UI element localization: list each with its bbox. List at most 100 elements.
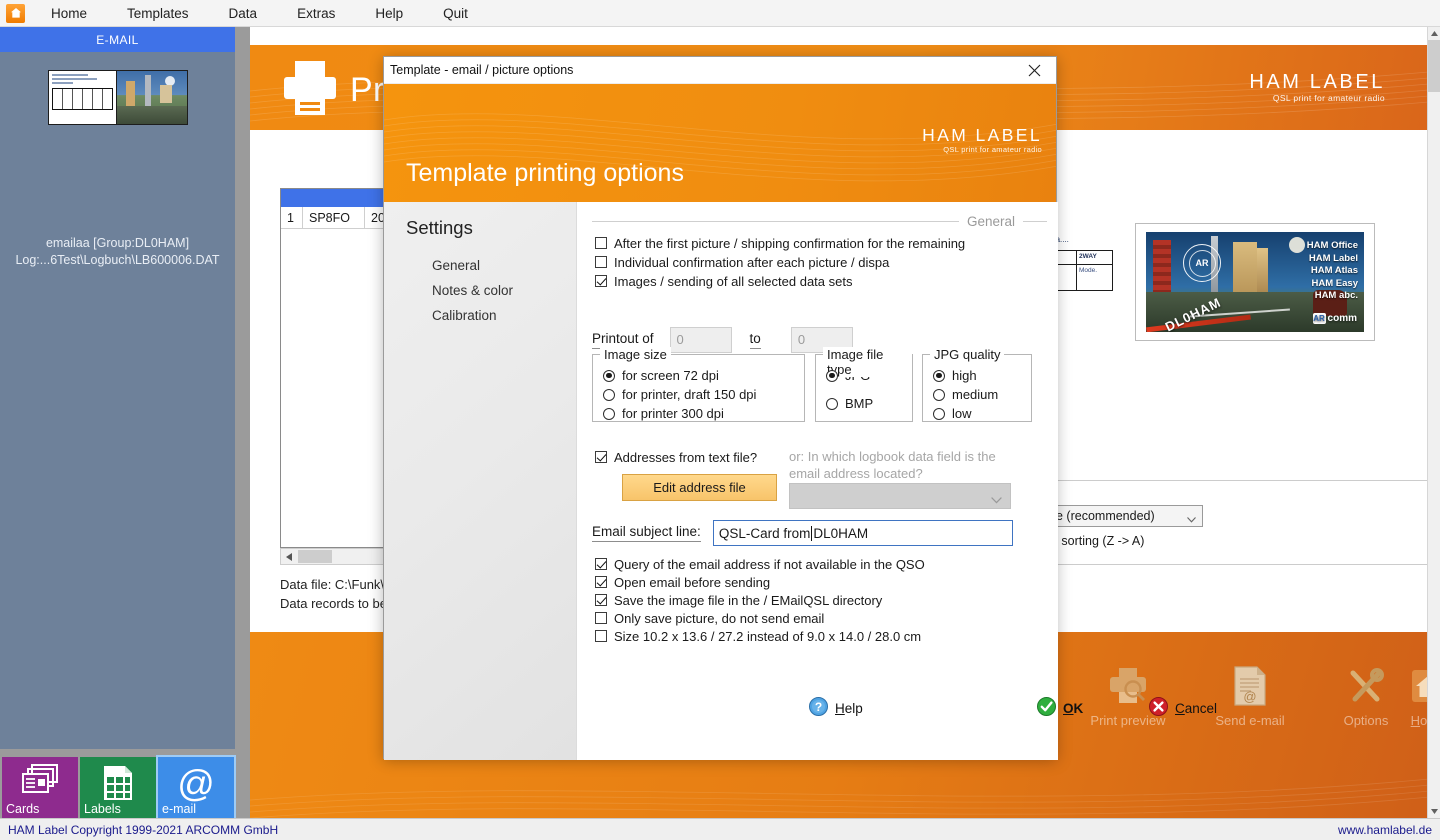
checkbox-save-image-file[interactable]: Save the image file in the / EMailQSL di… xyxy=(595,593,1035,609)
checkbox-query-email-address[interactable]: Query of the email address if not availa… xyxy=(595,557,1035,573)
checkbox-icon[interactable] xyxy=(595,576,607,588)
nav-item-general[interactable]: General xyxy=(406,253,576,278)
dialog-title: Template - email / picture options xyxy=(390,63,574,77)
tile-labels[interactable]: Labels xyxy=(80,757,156,818)
checkbox-icon[interactable] xyxy=(595,558,607,570)
menu-item-quit[interactable]: Quit xyxy=(431,3,480,24)
menu-item-data[interactable]: Data xyxy=(217,3,270,24)
checkbox-only-save-picture[interactable]: Only save picture, do not send email xyxy=(595,611,1035,627)
checkbox-icon[interactable] xyxy=(595,630,607,642)
brand-tagline: QSL print for amateur radio xyxy=(1272,93,1385,103)
template-options-dialog: Template - email / picture options HAM L… xyxy=(383,56,1217,760)
main-window-scrollbar[interactable] xyxy=(1427,27,1440,818)
radio-icon[interactable] xyxy=(933,369,945,382)
checkbox-individual-confirmation[interactable]: Individual confirmation after each pictu… xyxy=(595,255,1045,271)
dialog-body: Settings General Notes & color Calibrati… xyxy=(384,202,1217,760)
tile-cards[interactable]: Cards xyxy=(2,757,78,818)
cancel-button[interactable]: Cancel xyxy=(1149,697,1217,719)
checkbox-images-all-datasets[interactable]: Images / sending of all selected data se… xyxy=(595,274,1045,290)
main-window-left-edge xyxy=(235,27,250,818)
datafile-info: Data file: C:\Funk\H Data records to be xyxy=(280,575,393,613)
checkbox-icon[interactable] xyxy=(595,594,607,606)
checkbox-icon[interactable] xyxy=(595,612,607,624)
radio-quality-high[interactable]: high xyxy=(933,366,1021,385)
labels-icon xyxy=(101,764,135,805)
qsl-card-preview-panel: AR HAM Office HAM Label HAM Atlas HAM Ea… xyxy=(1135,223,1375,341)
checkbox-open-email-before-sending[interactable]: Open email before sending xyxy=(595,575,1035,591)
product-3: HAM Atlas xyxy=(1310,265,1358,276)
radio-icon[interactable] xyxy=(933,407,945,420)
tile-email[interactable]: @ e-mail xyxy=(156,755,236,820)
checkbox-addresses-from-text-file[interactable]: Addresses from text file? xyxy=(595,450,757,466)
radio-icon[interactable] xyxy=(603,369,615,382)
radio-quality-medium[interactable]: medium xyxy=(933,385,1021,404)
main-scroll-up-icon[interactable] xyxy=(1428,27,1440,40)
checkbox-after-first-picture[interactable]: After the first picture / shipping confi… xyxy=(595,236,1045,252)
menu-item-extras[interactable]: Extras xyxy=(285,3,347,24)
edit-address-file-button[interactable]: Edit address file xyxy=(622,474,777,501)
close-icon[interactable] xyxy=(1012,57,1056,83)
nav-item-notes-color[interactable]: Notes & color xyxy=(406,278,576,303)
radio-bmp[interactable]: BMP xyxy=(826,394,902,413)
subject-text-before-caret: QSL-Card from xyxy=(718,525,811,541)
ok-button-label: OK xyxy=(1063,701,1083,716)
sidebar-tab-email[interactable]: E-MAIL xyxy=(0,27,235,52)
radio-icon[interactable] xyxy=(826,369,838,382)
stamp-text: AR xyxy=(1188,249,1216,277)
menu-item-home[interactable]: Home xyxy=(39,3,99,24)
brand-text: comm xyxy=(1327,313,1357,324)
email-subject-input[interactable]: QSL-Card from DL0HAM xyxy=(712,520,1013,546)
checkbox-label: Addresses from text file? xyxy=(614,450,758,465)
section-header-general: General xyxy=(592,213,1047,229)
checkbox-label: Save the image file in the / EMailQSL di… xyxy=(614,593,883,608)
radio-label: high xyxy=(952,368,977,383)
template-thumbnail[interactable] xyxy=(28,70,208,125)
ok-button[interactable]: OK xyxy=(1037,697,1083,719)
help-accesskey: H xyxy=(835,700,845,716)
checkbox-icon[interactable] xyxy=(595,451,607,463)
radio-icon[interactable] xyxy=(826,397,838,410)
thumbnail-path: Log:...6Test\Logbuch\LB600006.DAT xyxy=(15,253,220,267)
email-field-select[interactable] xyxy=(789,483,1011,509)
printout-from-input[interactable]: 0 xyxy=(669,327,732,353)
help-icon: ? xyxy=(809,697,828,719)
checkbox-icon[interactable] xyxy=(595,275,607,287)
radio-printer-300dpi[interactable]: for printer 300 dpi xyxy=(603,404,794,423)
table-scrollbar-thumb[interactable] xyxy=(298,550,332,563)
nav-item-calibration[interactable]: Calibration xyxy=(406,303,576,328)
datarecords-label: Data records to be xyxy=(280,596,387,611)
radio-icon[interactable] xyxy=(603,388,615,401)
help-button[interactable]: ? Help xyxy=(809,697,863,719)
cell-callsign: SP8FO xyxy=(303,206,365,229)
reverse-sorting-label[interactable]: e sorting (Z -> A) xyxy=(1051,534,1144,548)
image-file-type-fieldset: Image file type JPG BMP xyxy=(815,347,913,422)
main-scroll-down-icon[interactable] xyxy=(1428,805,1440,818)
checkbox-icon[interactable] xyxy=(595,237,607,249)
checkbox-alternate-size[interactable]: Size 10.2 x 13.6 / 27.2 instead of 9.0 x… xyxy=(595,629,1035,645)
image-size-fieldset: Image size for screen 72 dpi for printer… xyxy=(592,347,805,423)
menu-item-help[interactable]: Help xyxy=(363,3,415,24)
menu-item-templates[interactable]: Templates xyxy=(115,3,201,24)
radio-icon[interactable] xyxy=(603,407,615,420)
ok-accesskey: O xyxy=(1063,700,1074,716)
radio-quality-low[interactable]: low xyxy=(933,404,1021,423)
radio-screen-72dpi[interactable]: for screen 72 dpi xyxy=(603,366,794,385)
main-scrollbar-thumb[interactable] xyxy=(1428,40,1440,92)
app-logo-icon[interactable] xyxy=(6,3,25,23)
scroll-left-icon[interactable] xyxy=(281,549,297,564)
radio-icon[interactable] xyxy=(933,388,945,401)
checkbox-icon[interactable] xyxy=(595,256,607,268)
label-cell-mode: Mode. xyxy=(1076,264,1113,291)
checkbox-label: Open email before sending xyxy=(614,575,771,590)
dialog-header-title: Template printing options xyxy=(406,159,684,187)
checkbox-label: Only save picture, do not send email xyxy=(614,611,825,626)
sorting-options-group: e (recommended) e sorting (Z -> A) xyxy=(1050,480,1440,565)
radio-printer-draft-150dpi[interactable]: for printer, draft 150 dpi xyxy=(603,385,794,404)
label-header-2way: 2WAY xyxy=(1076,250,1113,265)
dialog-main-panel: General After the first picture / shippi… xyxy=(577,202,1217,760)
website-link[interactable]: www.hamlabel.de xyxy=(1338,823,1432,837)
checkbox-label: Query of the email address if not availa… xyxy=(614,557,925,572)
address-field-hint: or: In which logbook data field is the e… xyxy=(789,449,996,481)
sort-order-select[interactable]: e (recommended) xyxy=(1051,505,1203,527)
card-brand-logo: AR comm xyxy=(1312,313,1357,324)
